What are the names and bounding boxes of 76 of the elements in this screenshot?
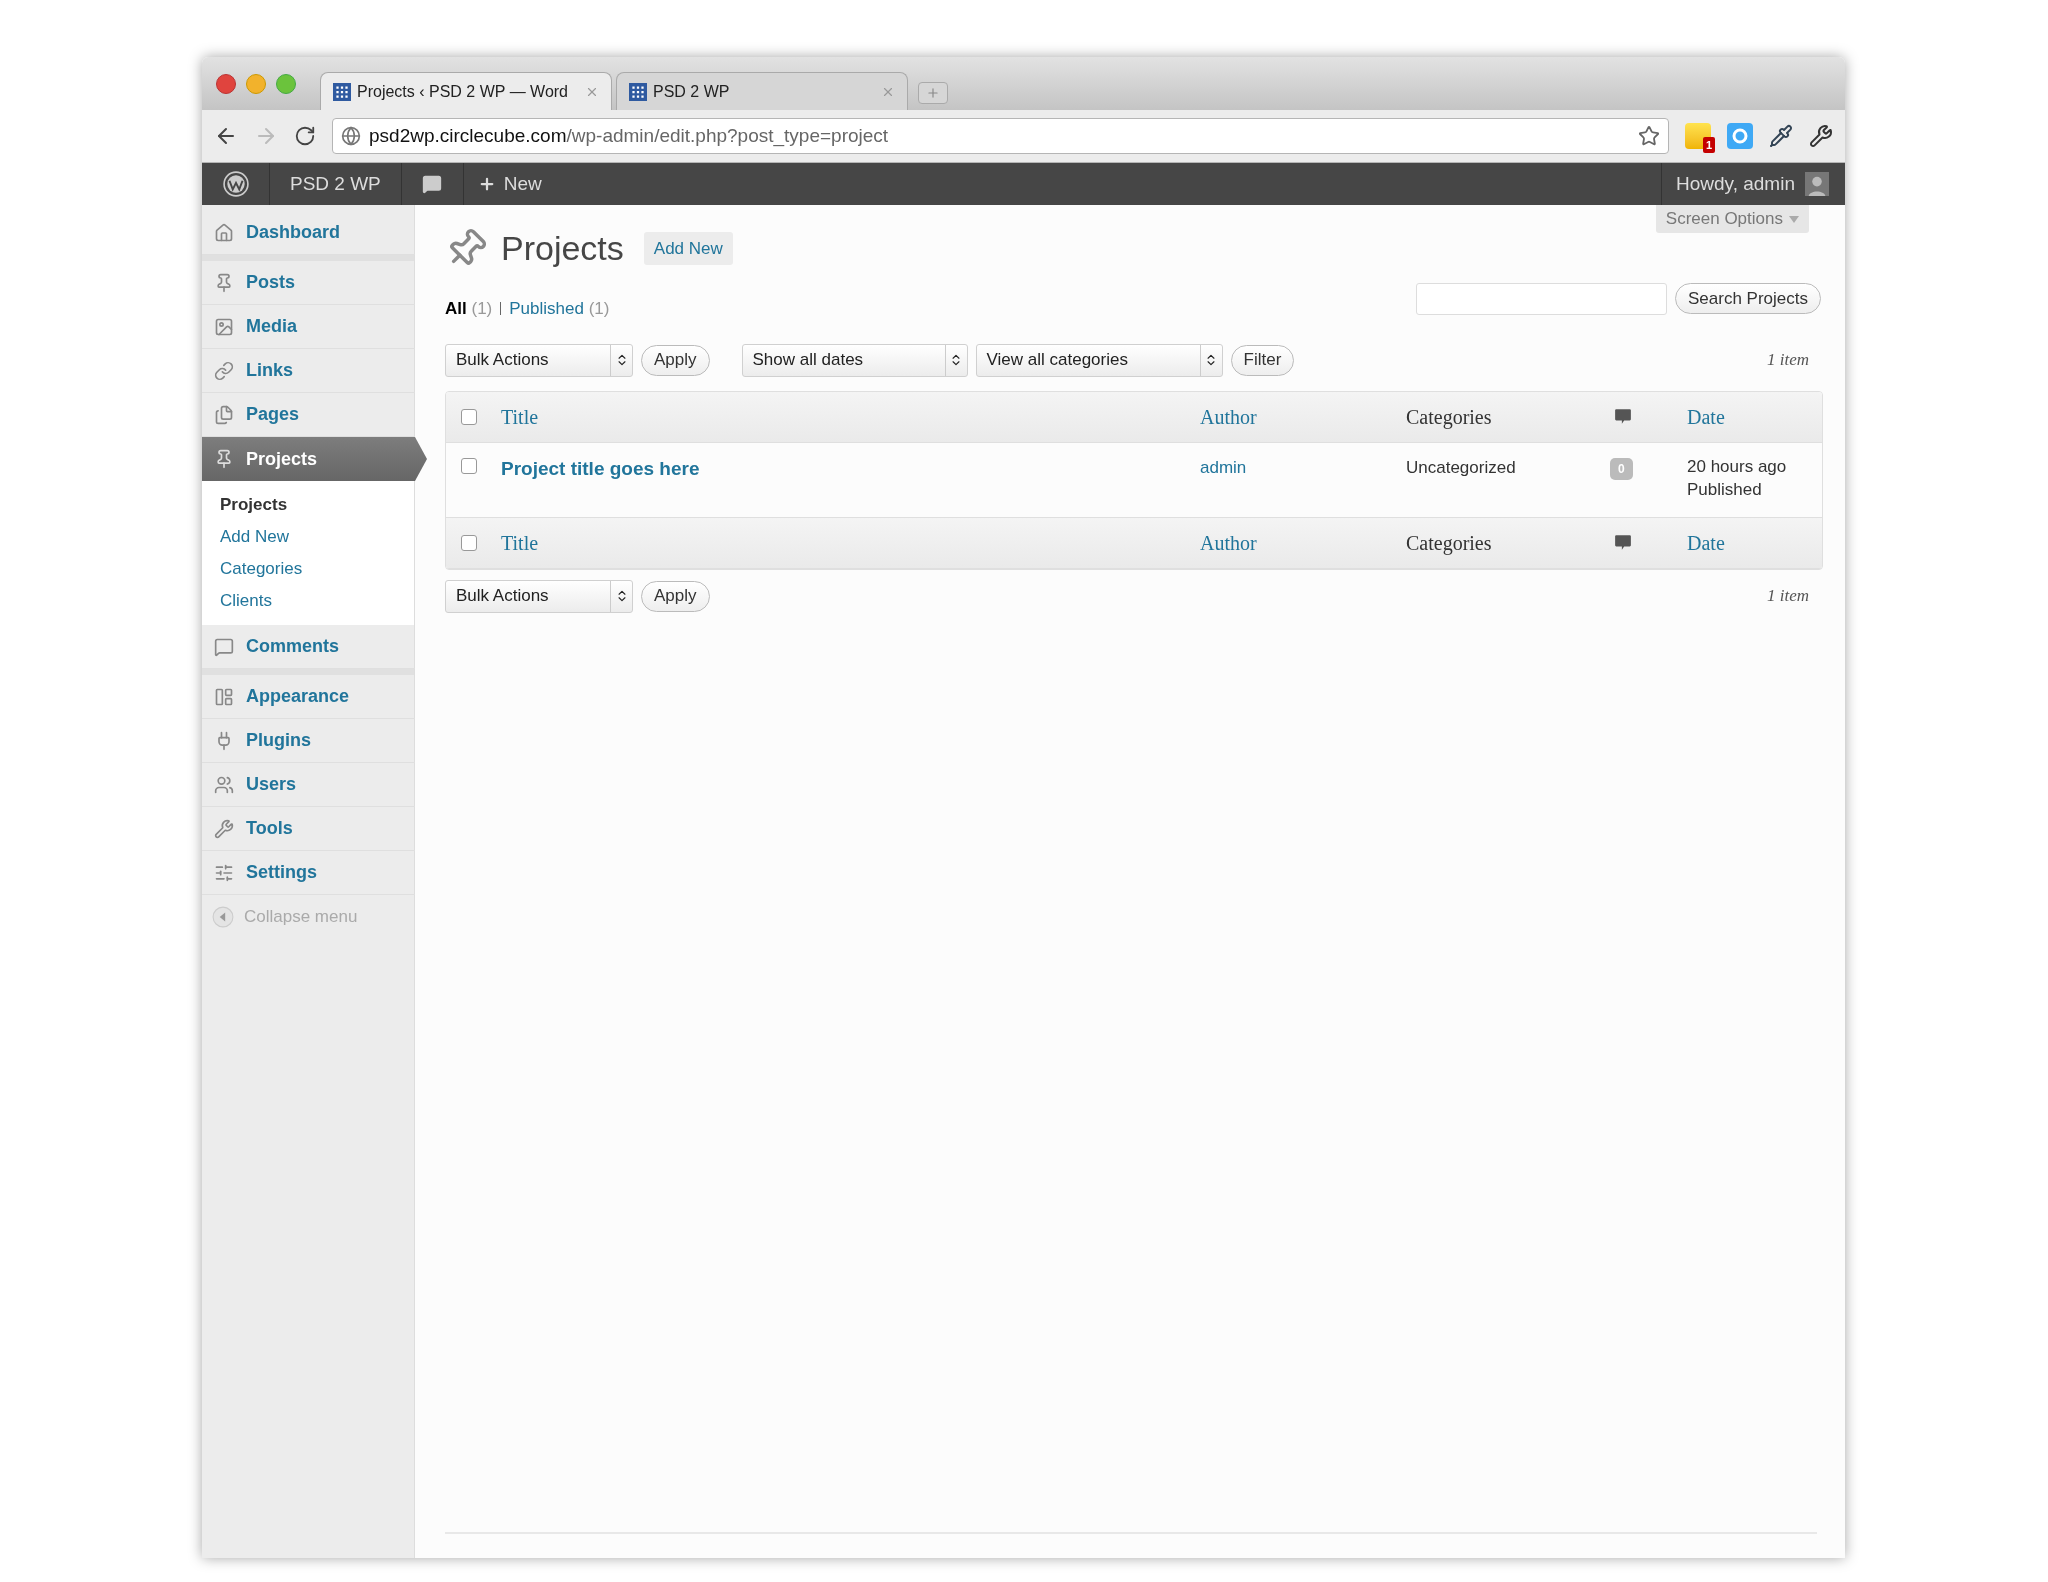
globe-icon — [341, 126, 361, 146]
item-count: 1 item — [1766, 349, 1809, 372]
layout-icon — [214, 686, 234, 707]
plus-icon — [926, 86, 940, 100]
page-title: Projects — [501, 228, 624, 269]
address-bar[interactable]: psd2wp.circlecube.com/wp-admin/edit.php?post_type=project — [332, 118, 1669, 154]
browser-tab[interactable]: PSD 2 WP — [616, 72, 908, 110]
menu-item[interactable]: Projects — [202, 437, 427, 481]
comment-bubble-icon — [1614, 533, 1632, 552]
close-window-button[interactable] — [216, 73, 236, 94]
pages-icon — [214, 404, 234, 425]
greeting-text[interactable]: Howdy, admin — [1676, 169, 1795, 199]
checkbox[interactable] — [461, 457, 477, 474]
zoom-window-button[interactable] — [276, 73, 296, 94]
submenu-item[interactable]: Projects — [220, 489, 414, 521]
minimize-window-button[interactable] — [246, 73, 266, 94]
pushpin-icon — [214, 272, 234, 293]
column-header-link[interactable]: Author — [1200, 531, 1257, 554]
star-icon[interactable] — [1638, 125, 1660, 147]
users-icon — [214, 774, 234, 795]
tab-title: Projects ‹ PSD 2 WP — Word — [357, 81, 569, 102]
eyedropper-icon[interactable] — [1769, 124, 1793, 148]
tools-icon — [214, 818, 234, 839]
extension-icon[interactable] — [1727, 123, 1753, 149]
new-tab-button[interactable] — [918, 82, 948, 104]
column-header-link[interactable]: Date — [1687, 405, 1725, 428]
post-title-link[interactable]: Project title goes here — [501, 457, 700, 479]
checkbox[interactable] — [461, 408, 477, 425]
new-link[interactable]: New — [463, 163, 556, 205]
dropdown[interactable]: View all categories — [975, 343, 1223, 377]
dropdown[interactable]: Bulk Actions — [445, 343, 633, 377]
view-filter-link[interactable]: Published (1) — [509, 296, 610, 322]
notification-badge: 1 — [1702, 136, 1715, 153]
status-text: Published — [1687, 478, 1763, 501]
pushpin-icon — [214, 449, 234, 469]
column-header-link[interactable]: Date — [1687, 531, 1725, 554]
settings-icon — [214, 862, 234, 883]
search-field[interactable] — [1416, 282, 1667, 315]
avatar[interactable] — [1805, 172, 1829, 196]
column-header-link[interactable]: Title — [501, 531, 539, 554]
grid-favicon — [333, 82, 351, 101]
house-icon — [214, 222, 234, 243]
comment-bubble-icon — [1614, 407, 1632, 426]
column-header-link[interactable]: Author — [1200, 405, 1257, 428]
screen-options-tab[interactable]: Screen Options — [1655, 205, 1809, 233]
column-header: Categories — [1406, 405, 1492, 428]
column-header: Categories — [1406, 531, 1492, 554]
browser-tab[interactable]: Projects ‹ PSD 2 WP — Word — [320, 72, 612, 110]
tab-title: PSD 2 WP — [653, 81, 731, 102]
item-count: 1 item — [1766, 585, 1809, 608]
media-icon — [214, 316, 234, 337]
category-text: Uncategorized — [1406, 457, 1516, 477]
grid-favicon — [629, 82, 647, 101]
link-icon — [214, 360, 234, 381]
wrench-icon[interactable] — [1809, 124, 1833, 148]
username-link[interactable]: admin — [1200, 457, 1247, 477]
logo-icon[interactable] — [222, 171, 249, 197]
apply-button[interactable]: Apply — [641, 344, 710, 376]
add-new-button[interactable]: Add New — [643, 231, 733, 266]
checkbox[interactable] — [461, 534, 477, 551]
submenu-item[interactable]: Add New — [220, 521, 414, 553]
url-text: psd2wp.circlecube.com/wp-admin/edit.php?post_type=project — [369, 123, 890, 149]
search-projects-button[interactable]: Search Projects — [1675, 283, 1821, 315]
comments-icon[interactable] — [422, 174, 443, 194]
dropdown[interactable]: Show all dates — [741, 343, 968, 377]
dropdown[interactable]: Bulk Actions — [445, 579, 633, 613]
filter-button[interactable]: Filter — [1230, 344, 1295, 376]
date-text: 20 hours ago — [1687, 455, 1788, 478]
submenu-item[interactable]: Clients — [220, 585, 414, 617]
apply-button[interactable]: Apply — [641, 580, 710, 612]
view-filter-link[interactable]: All (1) — [445, 296, 493, 322]
column-header-link[interactable]: Title — [501, 405, 539, 428]
caret-icon — [1789, 214, 1799, 224]
submenu-item[interactable]: Categories — [220, 553, 414, 585]
speech-bubble-icon — [214, 636, 234, 657]
reload-icon[interactable] — [294, 125, 316, 147]
